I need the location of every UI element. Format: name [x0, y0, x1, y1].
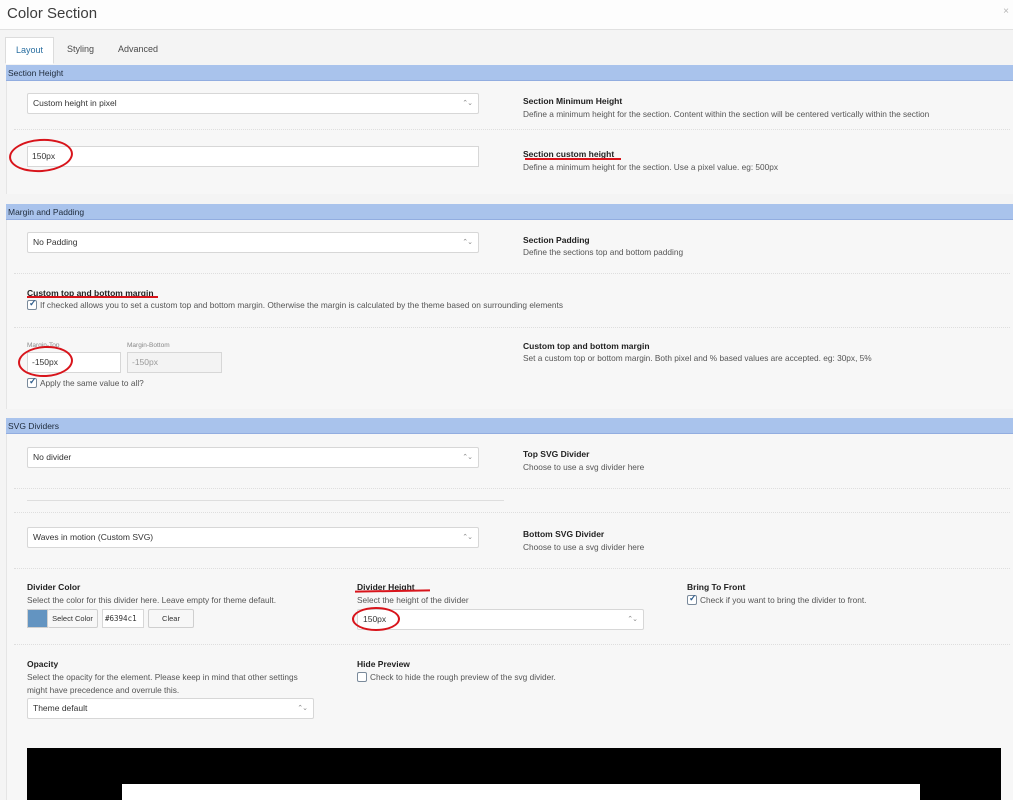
custom-margin-checkbox-text: If checked allows you to set a custom to…	[40, 300, 563, 310]
margin-bottom-label: Margin-Bottom	[127, 342, 170, 349]
margin-top-label: Margin-Top	[27, 342, 60, 349]
title-bar: Color Section ×	[0, 0, 1013, 30]
row-divider	[14, 327, 1010, 328]
bottom-divider-desc: Choose to use a svg divider here	[523, 542, 645, 552]
bring-front-label: Bring To Front	[687, 582, 746, 592]
bring-front-text: Check if you want to bring the divider t…	[700, 595, 867, 605]
tab-styling[interactable]: Styling	[57, 37, 104, 64]
padding-select[interactable]: No Padding ⌃⌄	[27, 232, 479, 253]
padding-select-value: No Padding	[33, 237, 78, 247]
tab-advanced[interactable]: Advanced	[108, 37, 168, 64]
group-separator	[27, 500, 504, 501]
margin-top-input[interactable]: -150px	[27, 352, 121, 373]
row-divider	[14, 273, 1010, 274]
custom-height-label: Section custom height	[523, 149, 615, 159]
padding-desc: Define the sections top and bottom paddi…	[523, 247, 684, 257]
svg-dividers-header: SVG Dividers	[6, 418, 1013, 434]
color-swatch[interactable]	[27, 609, 48, 628]
bottom-divider-select[interactable]: Waves in motion (Custom SVG) ⌃⌄	[27, 527, 479, 548]
row-divider	[14, 488, 1010, 489]
row-divider	[14, 512, 1010, 513]
custom-margin-label: Custom top and bottom margin	[27, 288, 154, 298]
select-color-button[interactable]: Select Color	[48, 609, 98, 628]
custom-margin-checkbox[interactable]	[27, 298, 37, 310]
window-title: Color Section	[7, 5, 98, 22]
margin-padding-header: Margin and Padding	[6, 204, 1013, 220]
hide-preview-checkbox[interactable]	[357, 672, 367, 682]
top-divider-label: Top SVG Divider	[523, 449, 590, 459]
apply-same-checkbox[interactable]	[27, 376, 37, 388]
select-arrows-icon: ⌃⌄	[462, 454, 473, 461]
custom-height-input[interactable]: 150px	[27, 146, 479, 167]
min-height-label: Section Minimum Height	[523, 96, 623, 106]
padding-label: Section Padding	[523, 235, 590, 245]
custom-height-desc: Define a minimum height for the section.…	[523, 162, 779, 172]
divider-height-select-value: 150px	[363, 614, 387, 624]
select-arrows-icon: ⌃⌄	[462, 239, 473, 246]
min-height-desc: Define a minimum height for the section.…	[523, 109, 930, 119]
color-hex-input[interactable]: #6394c1	[102, 609, 144, 628]
select-arrows-icon: ⌃⌄	[297, 705, 308, 712]
opacity-select[interactable]: Theme default ⌃⌄	[27, 698, 314, 719]
opacity-desc-1: Select the opacity for the element. Plea…	[27, 672, 298, 682]
opacity-desc-2: might have precedence and overrule this.	[27, 685, 180, 695]
margins-label: Custom top and bottom margin	[523, 341, 650, 351]
bottom-divider-label: Bottom SVG Divider	[523, 529, 605, 539]
apply-same-text: Apply the same value to all?	[40, 378, 144, 388]
divider-height-desc: Select the height of the divider	[357, 595, 469, 605]
divider-preview	[27, 748, 1001, 800]
top-divider-select-value: No divider	[33, 452, 72, 462]
margins-desc: Set a custom top or bottom margin. Both …	[523, 353, 872, 363]
min-height-select[interactable]: Custom height in pixel ⌃⌄	[27, 93, 479, 114]
top-divider-select[interactable]: No divider ⌃⌄	[27, 447, 479, 468]
clear-color-button[interactable]: Clear	[148, 609, 194, 628]
divider-preview-content	[122, 784, 920, 800]
margin-bottom-input[interactable]: -150px	[127, 352, 222, 373]
select-arrows-icon: ⌃⌄	[462, 534, 473, 541]
divider-color-desc: Select the color for this divider here. …	[27, 595, 277, 605]
bring-front-checkbox[interactable]	[687, 593, 697, 605]
row-divider	[14, 568, 1010, 569]
select-arrows-icon: ⌃⌄	[462, 100, 473, 107]
section-height-header: Section Height	[6, 65, 1013, 81]
row-divider	[14, 129, 1010, 130]
divider-color-label: Divider Color	[27, 582, 81, 592]
opacity-select-value: Theme default	[33, 703, 88, 713]
divider-height-label: Divider Height	[357, 582, 415, 592]
min-height-select-value: Custom height in pixel	[33, 98, 117, 108]
close-icon[interactable]: ×	[1003, 6, 1009, 17]
row-divider	[14, 644, 1010, 645]
hide-preview-label: Hide Preview	[357, 659, 410, 669]
tab-layout[interactable]: Layout	[5, 37, 55, 64]
top-divider-desc: Choose to use a svg divider here	[523, 462, 645, 472]
bottom-divider-select-value: Waves in motion (Custom SVG)	[33, 532, 154, 542]
divider-height-select[interactable]: 150px ⌃⌄	[357, 609, 644, 630]
hide-preview-text: Check to hide the rough preview of the s…	[370, 672, 556, 682]
select-arrows-icon: ⌃⌄	[627, 616, 638, 623]
opacity-label: Opacity	[27, 659, 59, 669]
tab-bar: Layout Styling Advanced	[0, 30, 1013, 64]
